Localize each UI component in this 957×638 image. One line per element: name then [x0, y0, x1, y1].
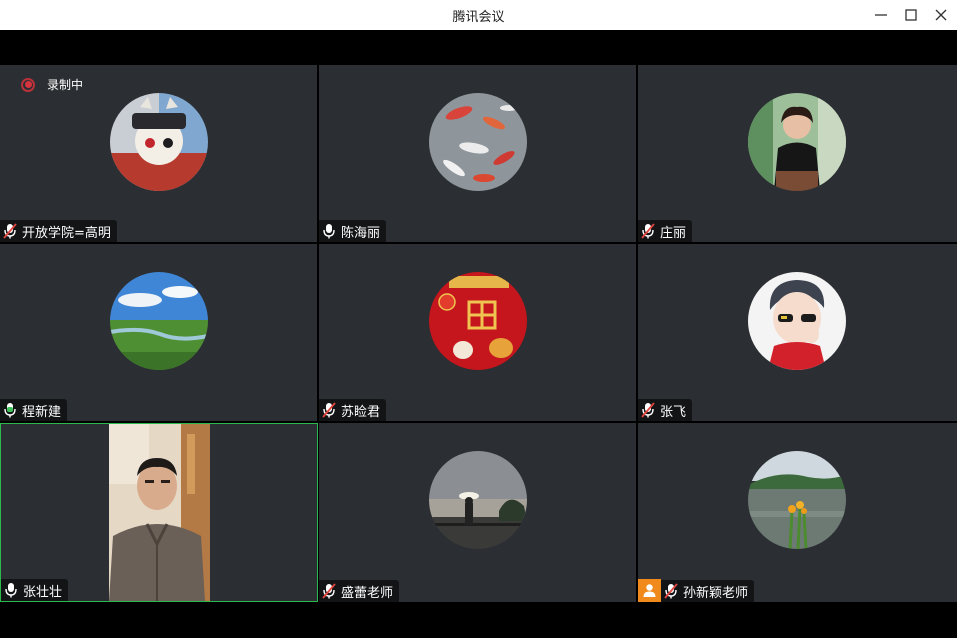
- participant-tile[interactable]: 陈海丽: [319, 65, 636, 242]
- grassland-landscape-avatar: [110, 272, 208, 370]
- top-toolbar-area: [0, 30, 957, 65]
- mic-icon: [322, 223, 336, 239]
- participant-tile[interactable]: 庄丽: [638, 65, 957, 242]
- window-title: 腾讯会议: [452, 9, 505, 25]
- participant-name: 张壮壮: [23, 584, 63, 600]
- close-icon: [935, 9, 947, 21]
- camera-feed-man-in-hoodie: [109, 424, 210, 601]
- red-new-year-poster-avatar: [429, 272, 527, 370]
- host-badge: [638, 579, 661, 602]
- mic-muted-icon: [3, 223, 17, 239]
- participant-tile[interactable]: 盛蕾老师: [319, 423, 636, 602]
- participant-nametag: 陈海丽: [319, 220, 387, 242]
- participant-name: 盛蕾老师: [341, 585, 394, 601]
- anime-character-avatar: [110, 93, 208, 191]
- person-icon: [643, 584, 656, 597]
- participant-nametag: 孙新颖老师: [661, 580, 755, 602]
- mic-muted-icon: [641, 402, 655, 418]
- participant-nametag: 庄丽: [638, 220, 693, 242]
- recording-label: 录制中: [47, 78, 84, 92]
- participant-tile[interactable]: 张飞: [638, 244, 957, 421]
- participant-tile-active[interactable]: 张壮壮: [0, 423, 318, 602]
- lake-flowers-avatar: [748, 451, 846, 549]
- mic-muted-icon: [664, 583, 678, 599]
- participant-name: 张飞: [660, 404, 687, 420]
- participant-name: 程新建: [22, 404, 62, 420]
- koi-fish-pond-avatar: [429, 93, 527, 191]
- mic-muted-icon: [322, 583, 336, 599]
- participant-tile[interactable]: 程新建: [0, 244, 317, 421]
- mic-speaking-icon: [3, 402, 17, 418]
- participant-nametag: 张飞: [638, 399, 693, 421]
- maximize-icon: [905, 9, 917, 21]
- minimize-button[interactable]: [866, 0, 896, 30]
- title-bar: 腾讯会议: [0, 0, 957, 30]
- participant-name: 庄丽: [660, 225, 687, 241]
- illustrated-boy-with-sunglasses-avatar: [748, 272, 846, 370]
- participant-tile[interactable]: 苏睑君: [319, 244, 636, 421]
- participant-nametag: 开放学院=高明: [0, 220, 117, 242]
- participant-name: 开放学院=高明: [22, 225, 111, 241]
- mic-muted-icon: [322, 402, 336, 418]
- participant-name: 孙新颖老师: [683, 585, 749, 601]
- mic-icon: [4, 582, 18, 598]
- minimize-icon: [875, 14, 887, 16]
- close-button[interactable]: [926, 0, 956, 30]
- participant-nametag: 张壮壮: [1, 579, 69, 601]
- bottom-toolbar-area: [0, 602, 957, 638]
- recording-indicator: 录制中: [21, 76, 83, 93]
- mic-muted-icon: [641, 223, 655, 239]
- maximize-button[interactable]: [896, 0, 926, 30]
- woman-portrait-avatar: [748, 93, 846, 191]
- participant-name: 陈海丽: [341, 225, 381, 241]
- video-grid: 录制中 开放学院=高明 陈海丽 庄丽 程新建 苏睑君 张飞 张壮壮 盛蕾老师 孙…: [0, 65, 957, 602]
- participant-name: 苏睑君: [341, 404, 381, 420]
- participant-tile[interactable]: 孙新颖老师: [638, 423, 957, 602]
- participant-nametag: 苏睑君: [319, 399, 387, 421]
- participant-nametag: 程新建: [0, 399, 68, 421]
- participant-tile[interactable]: 录制中 开放学院=高明: [0, 65, 317, 242]
- recording-icon: [21, 77, 35, 92]
- participant-nametag: 盛蕾老师: [319, 580, 400, 602]
- sunset-seaside-avatar: [429, 451, 527, 549]
